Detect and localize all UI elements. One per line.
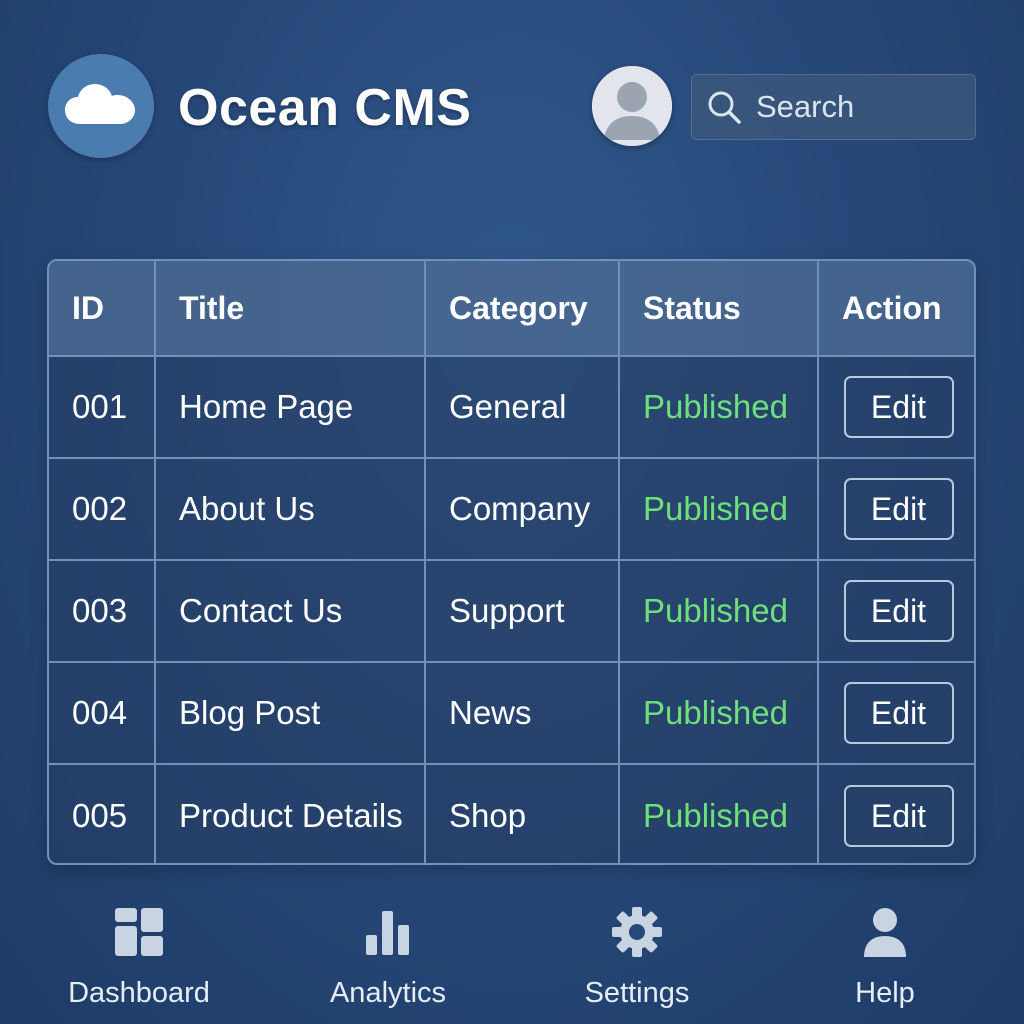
cell-action: Edit: [818, 662, 974, 765]
cloud-icon: [64, 82, 138, 131]
cell-id: 003: [49, 560, 156, 663]
column-header-action: Action: [818, 261, 974, 357]
user-avatar[interactable]: [592, 66, 672, 146]
edit-button[interactable]: Edit: [843, 478, 954, 540]
cell-action: Edit: [818, 764, 974, 863]
cell-id: 004: [49, 662, 156, 765]
content-table: ID Title Category Status Action 001 Home…: [47, 259, 976, 865]
cell-category: Shop: [425, 764, 620, 863]
cell-title: Product Details: [155, 764, 426, 863]
search-icon: [706, 87, 742, 127]
cell-id: 002: [49, 458, 156, 561]
bar-chart-icon: [358, 899, 418, 965]
dashboard-icon: [109, 899, 169, 965]
table-header-row: ID Title Category Status Action: [49, 261, 974, 357]
cell-id: 001: [49, 356, 156, 459]
column-header-id[interactable]: ID: [49, 261, 156, 357]
table-row: 005 Product Details Shop Published Edit: [49, 764, 974, 863]
status-badge: Published: [619, 560, 819, 663]
nav-label: Settings: [584, 977, 690, 1009]
header: Ocean CMS: [0, 0, 1024, 200]
column-header-category[interactable]: Category: [425, 261, 620, 357]
table-row: 002 About Us Company Published Edit: [49, 458, 974, 561]
nav-label: Analytics: [329, 977, 447, 1009]
bottom-nav: Dashboard Analytics Settings Help: [0, 895, 1024, 1024]
user-avatar-icon: [592, 66, 672, 146]
table-row: 001 Home Page General Published Edit: [49, 356, 974, 459]
cell-title: About Us: [155, 458, 426, 561]
gear-icon: [607, 899, 667, 965]
nav-item-analytics[interactable]: Analytics: [288, 895, 488, 1015]
edit-button[interactable]: Edit: [843, 784, 954, 847]
cell-category: Company: [425, 458, 620, 561]
table-row: 003 Contact Us Support Published Edit: [49, 560, 974, 663]
nav-item-settings[interactable]: Settings: [537, 895, 737, 1015]
nav-label: Dashboard: [68, 977, 210, 1009]
search-box[interactable]: [691, 74, 1024, 140]
nav-item-help[interactable]: Help: [785, 895, 985, 1015]
edit-button[interactable]: Edit: [843, 682, 954, 744]
status-badge: Published: [619, 458, 819, 561]
status-badge: Published: [619, 764, 819, 863]
edit-button[interactable]: Edit: [843, 580, 954, 642]
column-header-title[interactable]: Title: [155, 261, 426, 357]
edit-button[interactable]: Edit: [843, 376, 954, 438]
cell-category: General: [425, 356, 620, 459]
person-icon: [855, 899, 915, 965]
cell-title: Home Page: [155, 356, 426, 459]
cell-category: News: [425, 662, 620, 765]
status-badge: Published: [619, 662, 819, 765]
cell-action: Edit: [818, 458, 974, 561]
table-row: 004 Blog Post News Published Edit: [49, 662, 974, 765]
cell-title: Contact Us: [155, 560, 426, 663]
nav-item-dashboard[interactable]: Dashboard: [39, 895, 239, 1015]
cell-title: Blog Post: [155, 662, 426, 765]
status-badge: Published: [619, 356, 819, 459]
app-title: Ocean CMS: [178, 79, 472, 137]
cell-action: Edit: [818, 356, 974, 459]
cell-action: Edit: [818, 560, 974, 663]
search-input[interactable]: [742, 75, 1024, 139]
cell-id: 005: [49, 764, 156, 863]
nav-label: Help: [855, 977, 915, 1009]
cell-category: Support: [425, 560, 620, 663]
app-logo[interactable]: [48, 54, 154, 158]
column-header-status[interactable]: Status: [619, 261, 819, 357]
